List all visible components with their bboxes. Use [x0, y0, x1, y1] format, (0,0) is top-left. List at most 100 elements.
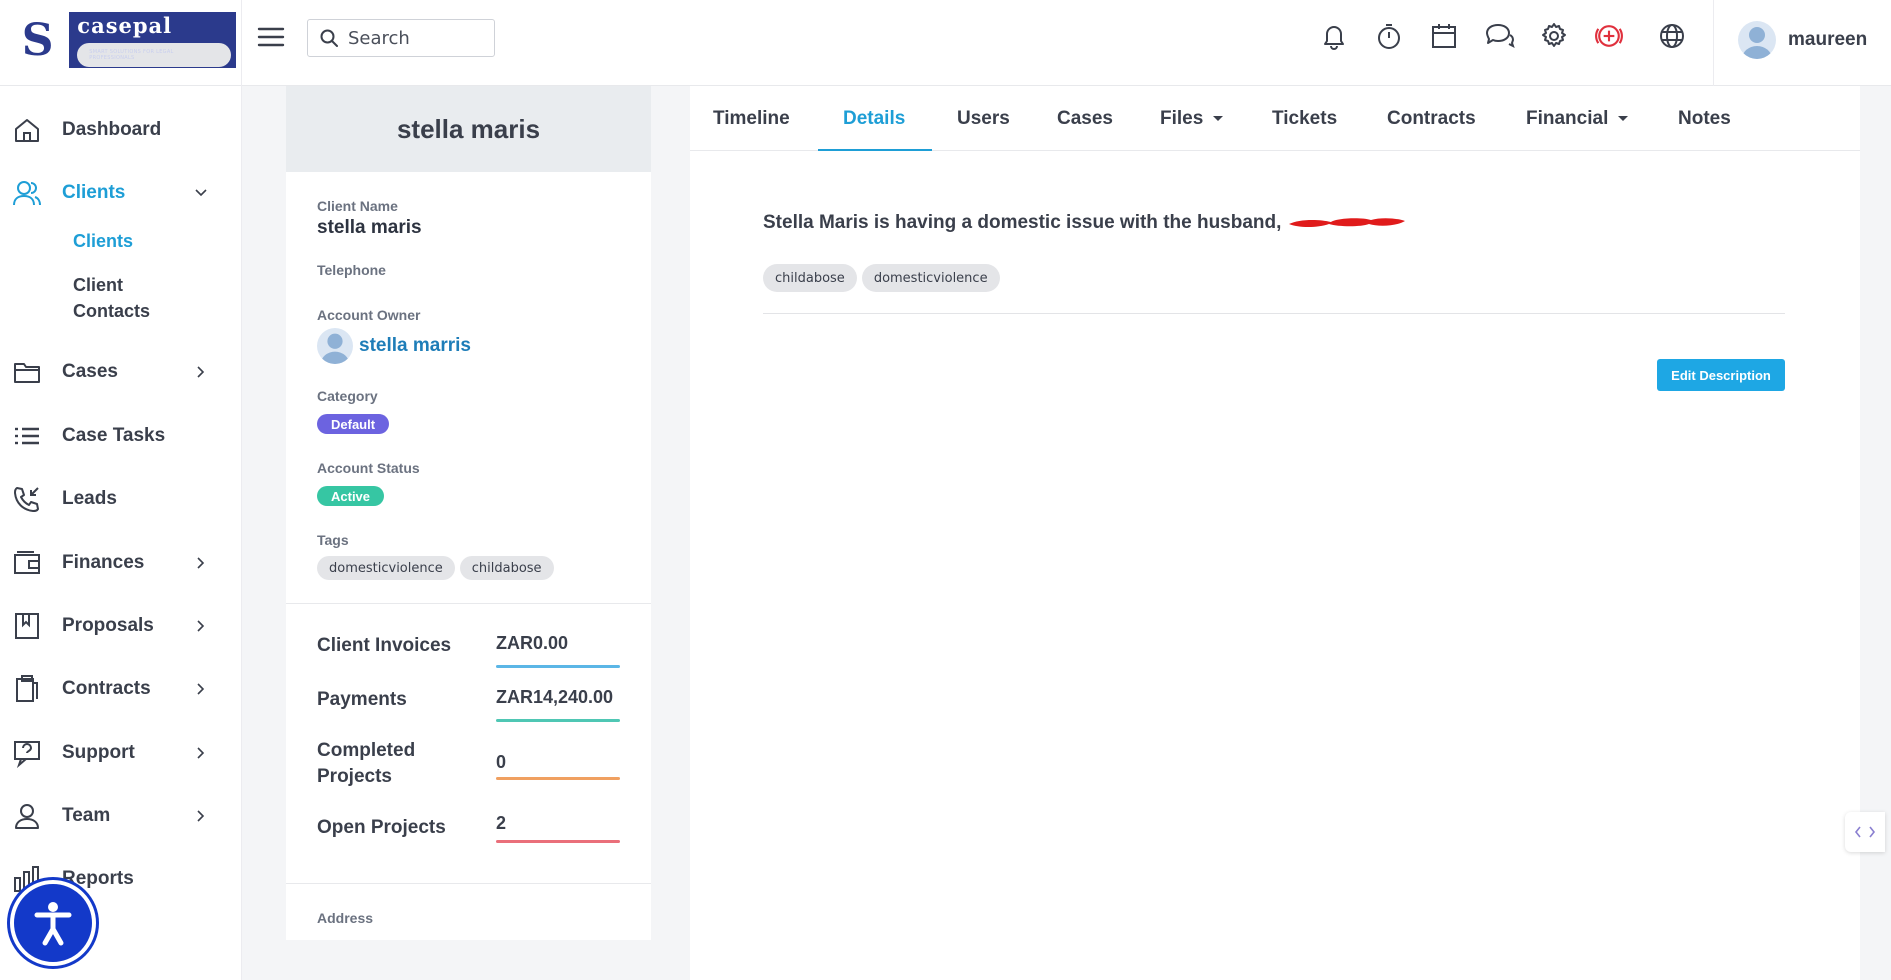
search-box[interactable] [307, 19, 495, 57]
chevron-right-icon [197, 747, 205, 759]
search-input[interactable] [348, 27, 488, 49]
bell-icon[interactable] [1318, 20, 1350, 52]
tab-contracts[interactable]: Contracts [1387, 86, 1476, 151]
caret-down-icon [1213, 116, 1224, 121]
sidebar-item-dashboard[interactable]: Dashboard [0, 108, 240, 152]
add-circle-icon[interactable] [1593, 20, 1625, 52]
sidebar-subitem-client-contacts[interactable]: Client Contacts [73, 272, 173, 324]
tab-financial-label: Financial [1526, 107, 1609, 129]
bookmark-book-icon [15, 613, 39, 639]
sidebar-item-label: Clients [62, 182, 126, 203]
sidebar-item-label: Support [62, 742, 135, 763]
chevron-right-icon [197, 557, 205, 569]
sidebar: Dashboard Clients Clients Client Contact… [0, 86, 242, 980]
stat-bar [496, 719, 620, 722]
sidebar-item-contracts[interactable]: Contracts [0, 667, 240, 711]
account-owner-label: Account Owner [317, 307, 421, 323]
sidebar-item-case-tasks[interactable]: Case Tasks [0, 414, 240, 458]
tab-cases[interactable]: Cases [1057, 86, 1113, 151]
stat-bar [496, 665, 620, 668]
stat-value: ZAR0.00 [496, 633, 569, 653]
menu-toggle-icon[interactable] [257, 25, 285, 49]
chevron-right-icon [197, 620, 205, 632]
sidebar-item-cases[interactable]: Cases [0, 350, 240, 394]
accessibility-button[interactable] [10, 880, 96, 966]
chat-icon[interactable] [1483, 20, 1515, 52]
person-icon [15, 804, 39, 829]
redaction-mark [1289, 218, 1406, 227]
wallet-icon [14, 551, 40, 574]
globe-icon[interactable] [1656, 20, 1688, 52]
sidebar-item-clients[interactable]: Clients [0, 171, 240, 215]
support-chat-icon [14, 741, 40, 768]
chevron-right-icon [197, 683, 205, 695]
account-status-label: Account Status [317, 460, 420, 476]
users-icon [13, 181, 41, 206]
sidebar-item-label: Case Tasks [62, 425, 166, 446]
sidebar-item-label: Team [62, 805, 111, 826]
account-owner-name: stella marris [359, 335, 471, 356]
gear-icon[interactable] [1538, 20, 1570, 52]
stat-value: ZAR14,240.00 [496, 687, 614, 707]
category-label: Category [317, 388, 378, 404]
description-text: Stella Maris is having a domestic issue … [763, 212, 1282, 233]
tag-chip[interactable]: childabose [459, 556, 554, 580]
account-owner-link[interactable]: stella marris [317, 328, 471, 364]
tab-notes[interactable]: Notes [1678, 86, 1731, 151]
tag-chip[interactable]: childabose [763, 264, 857, 292]
divider [763, 313, 1785, 314]
tag-chip[interactable]: domesticviolence [861, 264, 1000, 292]
sidebar-item-label: Cases [62, 361, 118, 382]
sidebar-item-label: Finances [62, 552, 145, 573]
search-icon [320, 29, 338, 47]
sidebar-item-label: Dashboard [62, 119, 162, 140]
casepal-logo[interactable]: S casepal SMART SOLUTIONS FOR LEGAL PROF… [6, 12, 236, 68]
accessibility-icon [34, 902, 72, 946]
tab-users[interactable]: Users [957, 86, 1010, 151]
tag-chip[interactable]: domesticviolence [317, 556, 455, 580]
details-tags: childabose domesticviolence [763, 264, 1005, 292]
stat-bar [496, 840, 620, 843]
client-description: Stella Maris is having a domestic issue … [763, 212, 1407, 234]
clipboard-icon [16, 675, 38, 702]
active-tab-indicator [818, 149, 932, 151]
chevron-down-icon [195, 189, 207, 197]
stopwatch-icon[interactable] [1373, 20, 1405, 52]
edit-description-button[interactable]: Edit Description [1657, 359, 1785, 391]
sidebar-subitem-clients[interactable]: Clients [73, 228, 133, 254]
tab-timeline[interactable]: Timeline [713, 86, 790, 151]
calendar-icon[interactable] [1428, 20, 1460, 52]
sidebar-item-finances[interactable]: Finances [0, 541, 240, 585]
client-details-panel: Timeline Details Users Cases Files Ticke… [690, 86, 1860, 980]
tab-details[interactable]: Details [843, 86, 905, 151]
sidebar-item-support[interactable]: Support [0, 731, 240, 775]
tab-tickets[interactable]: Tickets [1272, 86, 1337, 151]
client-header-name: stella maris [396, 113, 541, 144]
divider [286, 883, 651, 884]
chevron-right-icon [197, 810, 205, 822]
stat-value: 2 [496, 813, 507, 833]
sidebar-item-label: Proposals [62, 615, 154, 636]
phone-incoming-icon [14, 487, 39, 512]
client-tags: domesticviolence childabose [317, 556, 559, 580]
address-label: Address [317, 910, 374, 926]
tab-files[interactable]: Files [1160, 86, 1224, 151]
topbar-divider [241, 0, 242, 86]
stat-value: 0 [496, 752, 507, 772]
user-menu[interactable]: maureen [1738, 20, 1867, 60]
topbar-divider-right [1713, 0, 1714, 86]
sidebar-item-leads[interactable]: Leads [0, 477, 240, 521]
client-summary-card: stella maris Client Name stella maris Te… [286, 86, 651, 940]
client-name-value: stella maris [317, 217, 422, 238]
caret-down-icon [1618, 116, 1629, 121]
top-bar: S casepal SMART SOLUTIONS FOR LEGAL PROF… [0, 0, 1891, 86]
tab-files-label: Files [1160, 107, 1204, 129]
chevron-right-icon [197, 366, 205, 378]
telephone-label: Telephone [317, 262, 386, 278]
sidebar-item-team[interactable]: Team [0, 794, 240, 838]
stat-label: Open Projects [317, 817, 446, 838]
code-widget-icon[interactable] [1845, 812, 1885, 852]
tab-financial[interactable]: Financial [1526, 86, 1629, 151]
brand-name: casepal [77, 13, 173, 38]
sidebar-item-proposals[interactable]: Proposals [0, 604, 240, 648]
